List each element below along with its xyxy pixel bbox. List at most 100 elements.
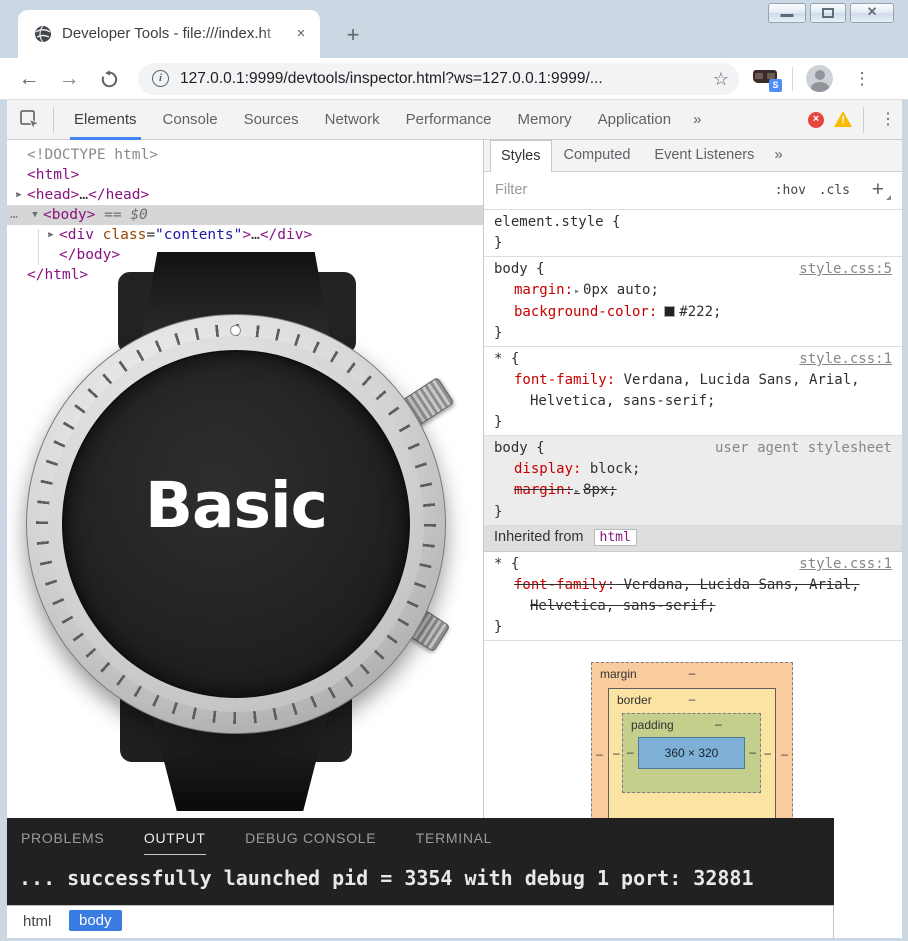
watch-app-label: Basic [145,469,327,542]
rule-close-brace: } [494,233,892,254]
tab-event-listeners[interactable]: Event Listeners [642,140,766,171]
tab-console[interactable]: Console [150,100,231,140]
new-tab-button[interactable]: + [338,21,368,51]
breadcrumb-body-selected[interactable]: body [69,910,122,931]
css-property-margin[interactable]: margin:▸0px auto; [494,280,892,302]
tab-performance[interactable]: Performance [393,100,505,140]
padding-right-value[interactable]: – [749,745,756,759]
tab-network[interactable]: Network [312,100,393,140]
margin-right-value[interactable]: – [781,747,788,761]
tree-row-html-open[interactable]: <html> [7,165,483,185]
stylesheet-link[interactable]: style.css:1 [799,349,892,370]
breadcrumb-html[interactable]: html [23,906,51,938]
address-bar[interactable]: i 127.0.0.1:9999/devtools/inspector.html… [138,63,739,95]
terminal-output-line: ... successfully launched pid = 3354 wit… [19,866,829,890]
devtools-menu-button[interactable]: ⋮ [875,100,901,140]
hover-state-toggle[interactable]: :hov [775,183,806,198]
rule-star-stylecss: style.css:1 * { font-family: Verdana, Luc… [484,347,902,436]
close-button[interactable]: × [850,3,894,23]
rule-selector[interactable]: * { [494,351,519,367]
filter-input[interactable]: Filter [495,182,527,198]
collapse-arrow-icon[interactable]: ▼ [27,205,43,225]
tab-output[interactable]: OUTPUT [144,830,206,855]
rule-selector[interactable]: body { [494,440,545,456]
margin-left-value[interactable]: – [596,747,603,761]
expand-property-icon[interactable]: ▸ [574,486,580,497]
div-open-tag: <div [59,227,94,243]
extension-button[interactable]: S [752,66,780,92]
tab-debug-console[interactable]: DEBUG CONSOLE [245,830,376,846]
color-swatch[interactable] [664,306,675,317]
border-top-value[interactable]: – [609,692,775,706]
warning-exclamation: ! [834,115,852,126]
styles-filter-row: Filter :hov .cls + [484,172,902,210]
new-style-rule-button[interactable]: + [872,178,884,202]
warning-badge[interactable]: ! [834,111,852,128]
minimize-icon [781,14,794,17]
border-right-value[interactable]: – [764,746,771,760]
tab-styles[interactable]: Styles [490,140,552,172]
tree-row-div-contents[interactable]: ▶<div class="contents">…</div> [7,225,483,245]
minimize-button[interactable] [768,3,806,23]
padding-top-value[interactable]: – [677,717,760,731]
reload-button[interactable] [92,63,126,95]
rule-close-brace: } [494,617,892,638]
profile-avatar[interactable] [806,65,833,92]
css-property-margin-overridden[interactable]: margin:▸8px; [494,480,892,502]
tab-elements[interactable]: Elements [61,100,150,140]
expand-arrow-icon[interactable]: ▶ [11,185,27,205]
browser-menu-button[interactable]: ⋮ [849,63,875,95]
maximize-button[interactable] [810,3,846,23]
rule-body-stylecss: style.css:5 body { margin:▸0px auto; back… [484,257,902,347]
border-left-value[interactable]: – [613,746,620,760]
class-toggle[interactable]: .cls [819,183,850,198]
back-button[interactable]: ← [12,63,46,95]
tab-computed[interactable]: Computed [552,140,643,171]
browser-toolbar: ← → i 127.0.0.1:9999/devtools/inspector.… [0,58,908,100]
bookmark-star-icon[interactable]: ☆ [713,63,729,95]
page-info-icon[interactable]: i [152,70,169,87]
stylesheet-link[interactable]: style.css:5 [799,259,892,280]
padding-left-value[interactable]: – [627,745,634,759]
css-property-display[interactable]: display: block; [494,459,892,480]
expand-property-icon[interactable]: ▸ [574,286,580,297]
expand-arrow-icon[interactable]: ▶ [43,225,59,245]
inherited-node-chip[interactable]: html [594,529,637,546]
css-property-background-color[interactable]: background-color:#222; [494,302,892,323]
css-property-font-family-overridden[interactable]: font-family: Verdana, Lucida Sans, Arial… [494,575,892,596]
url-text[interactable]: 127.0.0.1:9999/devtools/inspector.html?w… [180,63,700,95]
forward-button[interactable]: → [52,63,86,95]
tree-row-body-selected[interactable]: … ▼<body> == $0 [7,205,483,225]
sidebar-more-chevron[interactable]: » [766,140,790,171]
rule-selector[interactable]: element.style { [494,212,892,233]
rule-selector[interactable]: * { [494,556,519,572]
more-tabs-chevron[interactable]: » [684,100,710,140]
tab-memory[interactable]: Memory [505,100,585,140]
property-value: 0px auto; [583,282,659,298]
margin-top-value[interactable]: – [592,666,792,680]
browser-tab[interactable]: Developer Tools - file:///index.ht × [18,10,320,58]
toolbar-divider [792,67,793,91]
tab-close-button[interactable]: × [290,23,312,45]
avatar-person-icon [815,70,825,80]
close-icon: × [867,5,876,21]
tab-problems[interactable]: PROBLEMS [21,830,104,846]
tree-row-doctype[interactable]: <!DOCTYPE html> [7,145,483,165]
doctype-text: <!DOCTYPE html> [27,147,158,163]
reload-icon [100,70,119,89]
tab-terminal[interactable]: TERMINAL [416,830,492,846]
hidden-elements-marker[interactable]: … [10,205,18,225]
tab-sources[interactable]: Sources [231,100,312,140]
tab-application[interactable]: Application [585,100,684,140]
tree-row-head[interactable]: ▶<head>…</head> [7,185,483,205]
tab-title: Developer Tools - file:///index.ht [62,25,292,45]
inspect-element-icon[interactable] [19,109,41,131]
property-value: Verdana, Lucida Sans, Arial, [615,372,859,388]
property-name: margin: [514,482,573,498]
devtools-toolbar: Elements Console Sources Network Perform… [7,100,902,140]
stylesheet-link[interactable]: style.css:1 [799,554,892,575]
error-badge[interactable]: × [808,112,824,128]
rule-selector[interactable]: body { [494,261,545,277]
css-property-font-family[interactable]: font-family: Verdana, Lucida Sans, Arial… [494,370,892,391]
extension-badge: S [769,79,782,92]
